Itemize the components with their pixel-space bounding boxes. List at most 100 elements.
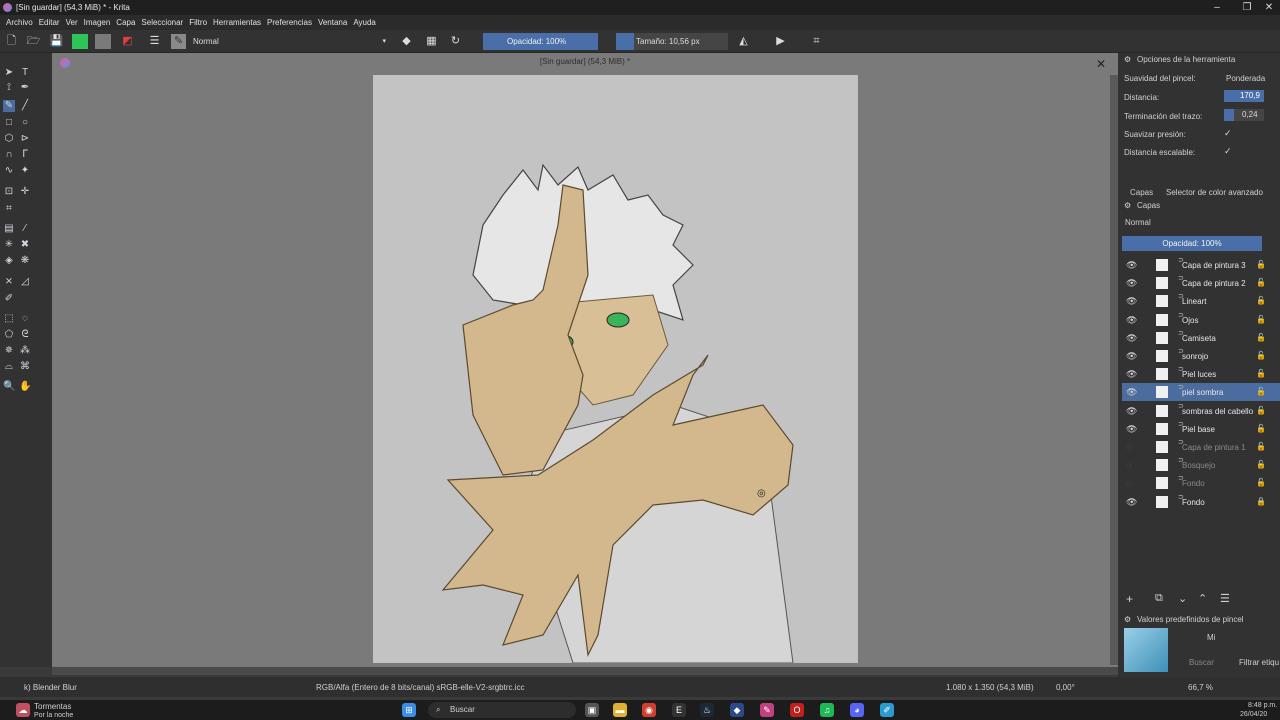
- layer-row[interactable]: ◌ ⊃ Capa de pintura 1 🔓: [1122, 438, 1280, 456]
- ellipse-tool-icon[interactable]: ○: [19, 117, 31, 129]
- reference-tool-icon[interactable]: ✐: [3, 293, 15, 305]
- epic-games-icon[interactable]: E: [672, 703, 686, 717]
- pan-tool-icon[interactable]: ✋: [19, 381, 31, 393]
- select-shapes-tool-icon[interactable]: ➤: [3, 67, 15, 79]
- vertical-scrollbar[interactable]: [1110, 75, 1118, 665]
- stroke-ending-slider[interactable]: 0,24: [1224, 109, 1264, 121]
- visibility-eye-icon[interactable]: 👁: [1126, 497, 1137, 508]
- visibility-eye-icon[interactable]: ◌: [1126, 460, 1131, 470]
- horizontal-scrollbar[interactable]: [52, 667, 1118, 675]
- layer-row[interactable]: 👁 ⊃ Piel luces 🔓: [1122, 365, 1280, 383]
- measure-tool-icon[interactable]: ◿: [19, 276, 31, 288]
- layer-row[interactable]: ◌ ⊃ Bosquejo 🔓: [1122, 456, 1280, 474]
- reload-preset-icon[interactable]: ↻: [448, 34, 463, 49]
- rectangle-tool-icon[interactable]: □: [3, 117, 15, 129]
- zoom-tool-icon[interactable]: 🔍: [3, 381, 15, 393]
- magnetic-select-tool-icon[interactable]: ⌘: [19, 361, 31, 373]
- unlock-icon[interactable]: 🔓: [1256, 478, 1266, 487]
- size-slider[interactable]: Tamaño: 10,56 px: [616, 33, 728, 50]
- unlock-icon[interactable]: 🔓: [1256, 296, 1266, 305]
- clock-date[interactable]: 26/04/20: [1240, 711, 1267, 718]
- assistant-tool-icon[interactable]: ⨯: [3, 276, 15, 288]
- file-explorer-icon[interactable]: ▬: [613, 703, 627, 717]
- visibility-eye-icon[interactable]: 👁: [1126, 369, 1137, 380]
- layer-properties-icon[interactable]: ☰: [1220, 592, 1230, 605]
- unlock-icon[interactable]: 🔓: [1256, 333, 1266, 342]
- swap-colors-icon[interactable]: ◩: [120, 34, 135, 49]
- opacity-slider[interactable]: Opacidad: 100%: [483, 33, 598, 50]
- mirror-vertical-icon[interactable]: ▶: [773, 34, 788, 49]
- layer-row[interactable]: 👁 ⊃ Capa de pintura 3 🔓: [1122, 256, 1280, 274]
- dynamic-brush-tool-icon[interactable]: ∿: [3, 165, 15, 177]
- unlock-icon[interactable]: 🔓: [1256, 387, 1266, 396]
- chrome-icon[interactable]: ◉: [642, 703, 656, 717]
- menu-ayuda[interactable]: Ayuda: [353, 18, 376, 27]
- open-document-icon[interactable]: 🗁: [26, 34, 41, 49]
- visibility-eye-icon[interactable]: 👁: [1126, 351, 1137, 362]
- duplicate-layer-icon[interactable]: ⧉: [1155, 592, 1163, 605]
- discord-icon[interactable]: ◕: [850, 703, 864, 717]
- visibility-eye-icon[interactable]: 👁: [1126, 278, 1137, 289]
- drawing-canvas[interactable]: [373, 75, 858, 663]
- bezier-tool-icon[interactable]: ∩: [3, 149, 15, 161]
- clock-time[interactable]: 8:48 p.m.: [1248, 702, 1277, 709]
- visibility-eye-icon[interactable]: 👁: [1126, 296, 1137, 307]
- menu-herramientas[interactable]: Herramientas: [213, 18, 261, 27]
- eraser-icon[interactable]: ◆: [399, 34, 414, 49]
- move-tool-icon[interactable]: ✛: [19, 186, 31, 198]
- brush-preset-icon[interactable]: ✎: [171, 34, 186, 49]
- unlock-icon[interactable]: 🔓: [1256, 460, 1266, 469]
- brush-smoothing-select[interactable]: Ponderada: [1226, 74, 1265, 83]
- weather-title[interactable]: Tormentas: [34, 702, 71, 711]
- smooth-pressure-checkbox[interactable]: ✓: [1224, 128, 1232, 139]
- tab-capas[interactable]: Capas: [1130, 188, 1153, 197]
- menu-capa[interactable]: Capa: [116, 18, 135, 27]
- menu-ventana[interactable]: Ventana: [318, 18, 347, 27]
- lock-icon[interactable]: 🔒: [1256, 497, 1266, 506]
- unlock-icon[interactable]: 🔓: [1256, 315, 1266, 324]
- brush-settings-icon[interactable]: ☰: [147, 34, 162, 49]
- rotation-label[interactable]: 0,00°: [1056, 683, 1075, 692]
- ellipse-select-tool-icon[interactable]: ◌: [19, 313, 31, 325]
- polyline-tool-icon[interactable]: ⊳: [19, 133, 31, 145]
- app2-icon[interactable]: ✐: [880, 703, 894, 717]
- similar-select-tool-icon[interactable]: ⁂: [19, 345, 31, 357]
- multibrush-tool-icon[interactable]: ✦: [19, 165, 31, 177]
- brush-preset-thumbnail[interactable]: [1124, 628, 1168, 672]
- add-layer-icon[interactable]: +: [1126, 592, 1133, 606]
- krita-taskbar-icon[interactable]: ✎: [760, 703, 774, 717]
- text-tool-icon[interactable]: T: [19, 67, 31, 79]
- zoom-label[interactable]: 66,7 %: [1188, 683, 1213, 692]
- menu-archivo[interactable]: Archivo: [6, 18, 33, 27]
- layer-row[interactable]: 👁 ⊃ sombras del cabello 🔓: [1122, 402, 1280, 420]
- close-window-button[interactable]: ✕: [1254, 0, 1280, 15]
- layer-opacity-slider[interactable]: Opacidad: 100%: [1122, 236, 1262, 251]
- layer-row[interactable]: 👁 ⊃ Capa de pintura 2 🔓: [1122, 274, 1280, 292]
- freehand-brush-tool-icon[interactable]: ✎: [3, 100, 15, 112]
- visibility-eye-icon[interactable]: 👁: [1126, 260, 1137, 271]
- menu-filtro[interactable]: Filtro: [189, 18, 207, 27]
- transform-tool-icon[interactable]: ⊡: [3, 186, 15, 198]
- preset-tag-select[interactable]: Mi: [1207, 633, 1215, 642]
- tab-advanced-color-selector[interactable]: Selector de color avanzado: [1166, 188, 1263, 197]
- menu-ver[interactable]: Ver: [66, 18, 78, 27]
- close-document-icon[interactable]: ✕: [1096, 57, 1106, 71]
- alpha-lock-icon[interactable]: ▦: [424, 34, 439, 49]
- steam-icon[interactable]: ♨: [700, 703, 714, 717]
- layer-row[interactable]: 👁 ⊃ Ojos 🔓: [1122, 311, 1280, 329]
- visibility-eye-icon[interactable]: 👁: [1126, 424, 1137, 435]
- blend-mode-select[interactable]: Normal ▾: [190, 34, 390, 49]
- layer-row[interactable]: 👁 ⊃ Camiseta 🔓: [1122, 329, 1280, 347]
- polygon-select-tool-icon[interactable]: ⬠: [3, 329, 15, 341]
- layer-row[interactable]: 👁 ⊃ Piel base 🔓: [1122, 420, 1280, 438]
- start-icon[interactable]: ⊞: [402, 703, 416, 717]
- weather-icon[interactable]: ☁: [16, 703, 30, 717]
- unlock-icon[interactable]: 🔓: [1256, 278, 1266, 287]
- visibility-eye-icon[interactable]: 👁: [1126, 315, 1137, 326]
- polygon-tool-icon[interactable]: ⬡: [3, 133, 15, 145]
- calligraphy-tool-icon[interactable]: ✒: [19, 82, 31, 94]
- enclose-fill-tool-icon[interactable]: ❋: [19, 255, 31, 267]
- distance-slider[interactable]: 170,9: [1224, 90, 1264, 102]
- smart-patch-tool-icon[interactable]: ✖: [19, 239, 31, 251]
- visibility-eye-icon[interactable]: ◌: [1126, 478, 1131, 488]
